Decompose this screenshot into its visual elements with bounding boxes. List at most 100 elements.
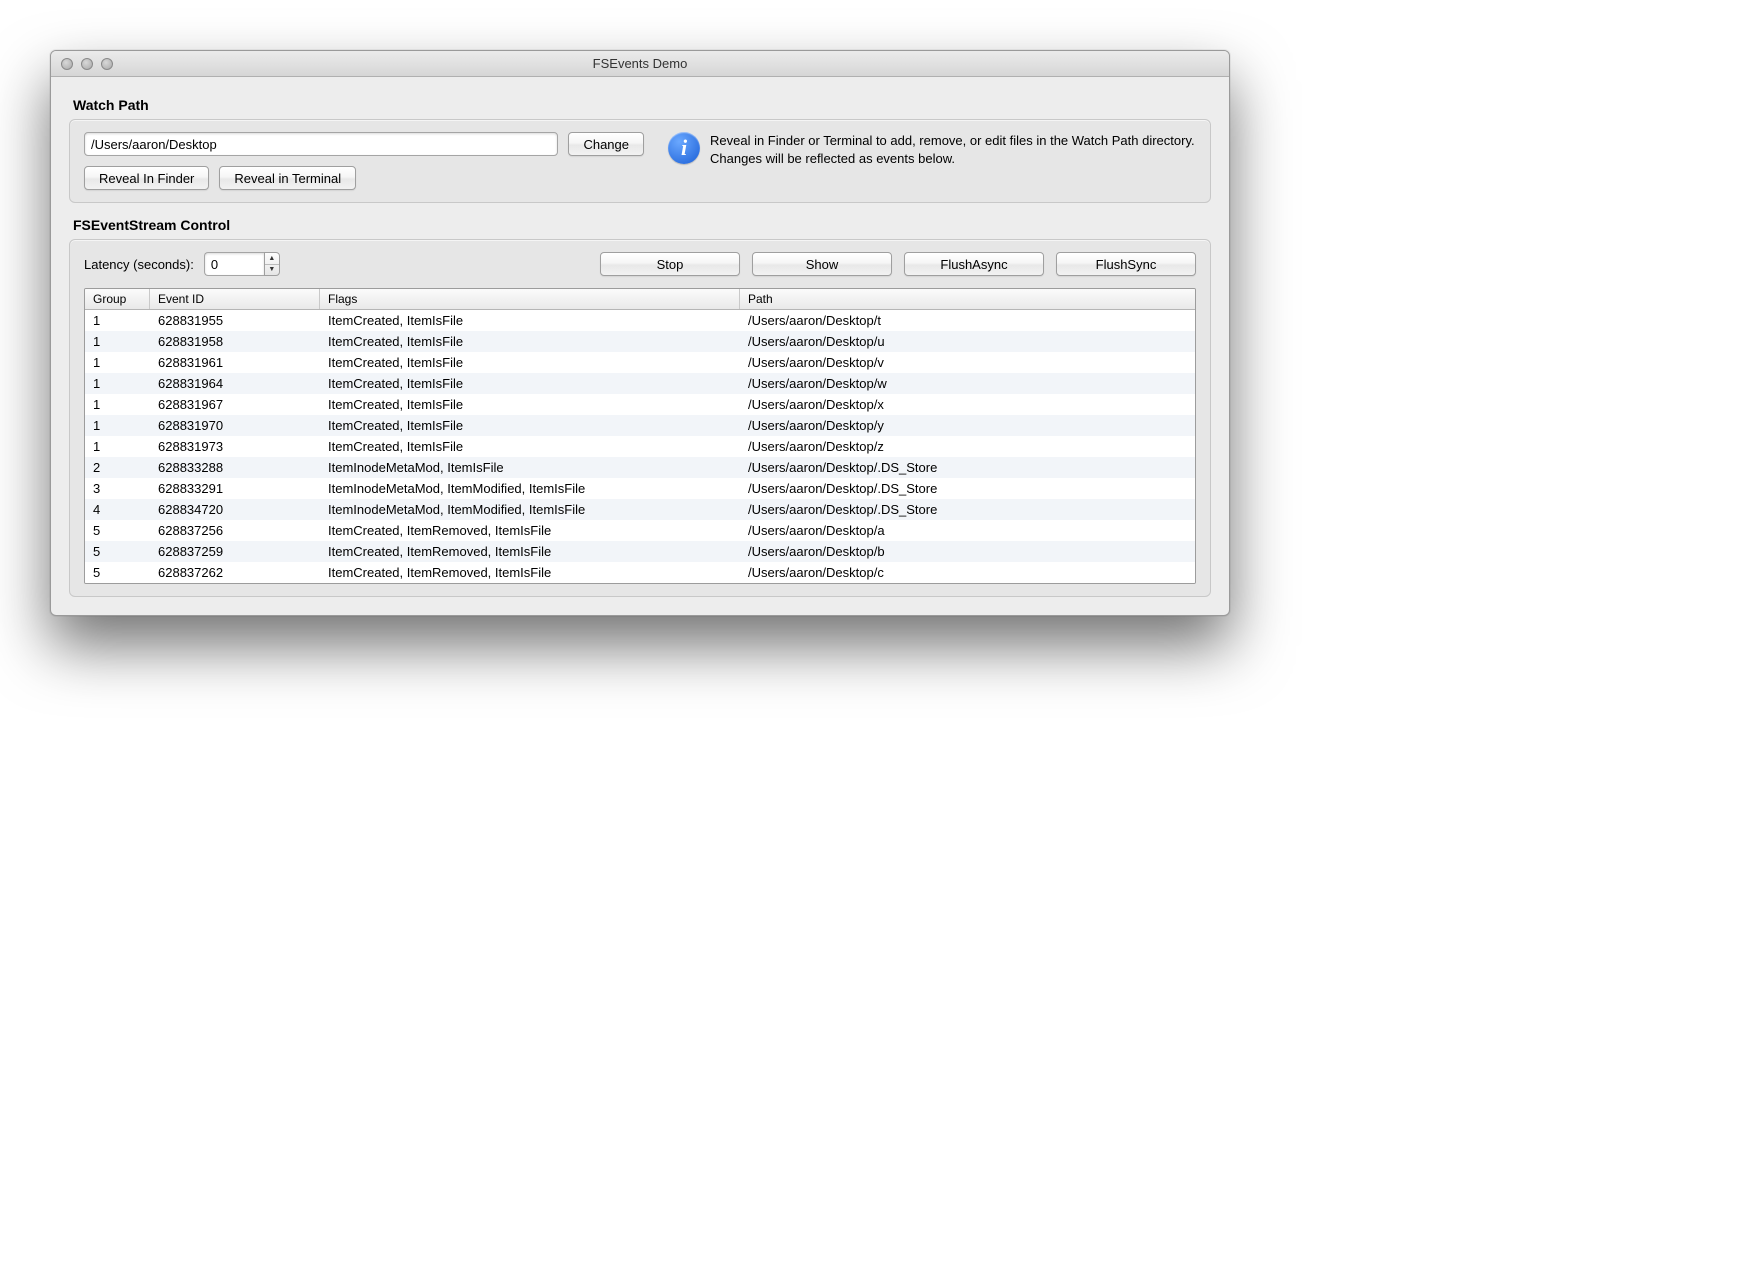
cell-group: 4 [85, 499, 150, 520]
cell-path: /Users/aaron/Desktop/x [740, 394, 1195, 415]
cell-flags: ItemInodeMetaMod, ItemIsFile [320, 457, 740, 478]
show-button[interactable]: Show [752, 252, 892, 276]
cell-path: /Users/aaron/Desktop/a [740, 520, 1195, 541]
cell-event-id: 628831967 [150, 394, 320, 415]
window-content: Watch Path Change Reveal In Finder Revea… [51, 77, 1229, 615]
cell-event-id: 628834720 [150, 499, 320, 520]
cell-path: /Users/aaron/Desktop/w [740, 373, 1195, 394]
cell-flags: ItemCreated, ItemRemoved, ItemIsFile [320, 520, 740, 541]
table-row[interactable]: 3628833291ItemInodeMetaMod, ItemModified… [85, 478, 1195, 499]
minimize-icon[interactable] [81, 58, 93, 70]
cell-flags: ItemCreated, ItemIsFile [320, 373, 740, 394]
table-row[interactable]: 4628834720ItemInodeMetaMod, ItemModified… [85, 499, 1195, 520]
cell-flags: ItemInodeMetaMod, ItemModified, ItemIsFi… [320, 478, 740, 499]
col-header-group[interactable]: Group [85, 289, 150, 309]
cell-event-id: 628831955 [150, 310, 320, 331]
cell-event-id: 628837262 [150, 562, 320, 583]
cell-flags: ItemCreated, ItemIsFile [320, 415, 740, 436]
table-row[interactable]: 1628831970ItemCreated, ItemIsFile/Users/… [85, 415, 1195, 436]
cell-group: 1 [85, 415, 150, 436]
cell-event-id: 628837256 [150, 520, 320, 541]
cell-path: /Users/aaron/Desktop/y [740, 415, 1195, 436]
reveal-in-terminal-button[interactable]: Reveal in Terminal [219, 166, 356, 190]
cell-flags: ItemCreated, ItemIsFile [320, 394, 740, 415]
stepper-up-icon[interactable]: ▲ [265, 253, 279, 265]
table-row[interactable]: 1628831955ItemCreated, ItemIsFile/Users/… [85, 310, 1195, 331]
table-row[interactable]: 1628831967ItemCreated, ItemIsFile/Users/… [85, 394, 1195, 415]
traffic-lights [51, 58, 113, 70]
cell-event-id: 628831958 [150, 331, 320, 352]
table-row[interactable]: 5628837256ItemCreated, ItemRemoved, Item… [85, 520, 1195, 541]
latency-stepper[interactable]: ▲ ▼ [204, 252, 280, 276]
cell-event-id: 628831961 [150, 352, 320, 373]
table-row[interactable]: 2628833288ItemInodeMetaMod, ItemIsFile/U… [85, 457, 1195, 478]
stepper-arrows[interactable]: ▲ ▼ [264, 252, 280, 276]
cell-flags: ItemCreated, ItemIsFile [320, 310, 740, 331]
close-icon[interactable] [61, 58, 73, 70]
cell-path: /Users/aaron/Desktop/t [740, 310, 1195, 331]
info-panel: i Reveal in Finder or Terminal to add, r… [668, 132, 1196, 190]
reveal-in-finder-button[interactable]: Reveal In Finder [84, 166, 209, 190]
cell-flags: ItemInodeMetaMod, ItemModified, ItemIsFi… [320, 499, 740, 520]
cell-group: 1 [85, 310, 150, 331]
cell-flags: ItemCreated, ItemRemoved, ItemIsFile [320, 541, 740, 562]
window-title: FSEvents Demo [51, 56, 1229, 71]
cell-event-id: 628833288 [150, 457, 320, 478]
latency-label: Latency (seconds): [84, 257, 194, 272]
table-row[interactable]: 5628837259ItemCreated, ItemRemoved, Item… [85, 541, 1195, 562]
cell-flags: ItemCreated, ItemIsFile [320, 352, 740, 373]
cell-group: 5 [85, 520, 150, 541]
cell-path: /Users/aaron/Desktop/.DS_Store [740, 478, 1195, 499]
table-row[interactable]: 1628831958ItemCreated, ItemIsFile/Users/… [85, 331, 1195, 352]
watch-path-input[interactable] [84, 132, 558, 156]
change-button[interactable]: Change [568, 132, 644, 156]
cell-path: /Users/aaron/Desktop/c [740, 562, 1195, 583]
cell-event-id: 628831973 [150, 436, 320, 457]
cell-path: /Users/aaron/Desktop/z [740, 436, 1195, 457]
flush-async-button[interactable]: FlushAsync [904, 252, 1044, 276]
table-row[interactable]: 5628837262ItemCreated, ItemRemoved, Item… [85, 562, 1195, 583]
cell-group: 2 [85, 457, 150, 478]
events-table[interactable]: Group Event ID Flags Path 1628831955Item… [84, 288, 1196, 584]
cell-event-id: 628831970 [150, 415, 320, 436]
table-body: 1628831955ItemCreated, ItemIsFile/Users/… [85, 310, 1195, 583]
cell-group: 1 [85, 394, 150, 415]
cell-group: 5 [85, 562, 150, 583]
col-header-flags[interactable]: Flags [320, 289, 740, 309]
cell-path: /Users/aaron/Desktop/b [740, 541, 1195, 562]
zoom-icon[interactable] [101, 58, 113, 70]
cell-group: 1 [85, 373, 150, 394]
col-header-path[interactable]: Path [740, 289, 1195, 309]
table-row[interactable]: 1628831964ItemCreated, ItemIsFile/Users/… [85, 373, 1195, 394]
cell-path: /Users/aaron/Desktop/u [740, 331, 1195, 352]
cell-path: /Users/aaron/Desktop/.DS_Store [740, 457, 1195, 478]
fseventstream-control-label: FSEventStream Control [73, 217, 1211, 233]
cell-event-id: 628833291 [150, 478, 320, 499]
cell-group: 3 [85, 478, 150, 499]
cell-group: 1 [85, 331, 150, 352]
cell-flags: ItemCreated, ItemIsFile [320, 331, 740, 352]
app-window: FSEvents Demo Watch Path Change Reveal I… [50, 50, 1230, 616]
cell-group: 1 [85, 352, 150, 373]
col-header-event-id[interactable]: Event ID [150, 289, 320, 309]
table-row[interactable]: 1628831961ItemCreated, ItemIsFile/Users/… [85, 352, 1195, 373]
latency-input[interactable] [204, 252, 264, 276]
titlebar: FSEvents Demo [51, 51, 1229, 77]
table-row[interactable]: 1628831973ItemCreated, ItemIsFile/Users/… [85, 436, 1195, 457]
table-header: Group Event ID Flags Path [85, 289, 1195, 310]
cell-path: /Users/aaron/Desktop/v [740, 352, 1195, 373]
info-text: Reveal in Finder or Terminal to add, rem… [710, 132, 1196, 168]
cell-path: /Users/aaron/Desktop/.DS_Store [740, 499, 1195, 520]
cell-group: 5 [85, 541, 150, 562]
flush-sync-button[interactable]: FlushSync [1056, 252, 1196, 276]
watch-path-group: Change Reveal In Finder Reveal in Termin… [69, 119, 1211, 203]
cell-flags: ItemCreated, ItemIsFile [320, 436, 740, 457]
fseventstream-control-group: Latency (seconds): ▲ ▼ Stop Show FlushAs… [69, 239, 1211, 597]
stepper-down-icon[interactable]: ▼ [265, 265, 279, 276]
cell-event-id: 628837259 [150, 541, 320, 562]
cell-group: 1 [85, 436, 150, 457]
stop-button[interactable]: Stop [600, 252, 740, 276]
cell-flags: ItemCreated, ItemRemoved, ItemIsFile [320, 562, 740, 583]
info-icon: i [668, 132, 700, 164]
watch-path-label: Watch Path [73, 97, 1211, 113]
